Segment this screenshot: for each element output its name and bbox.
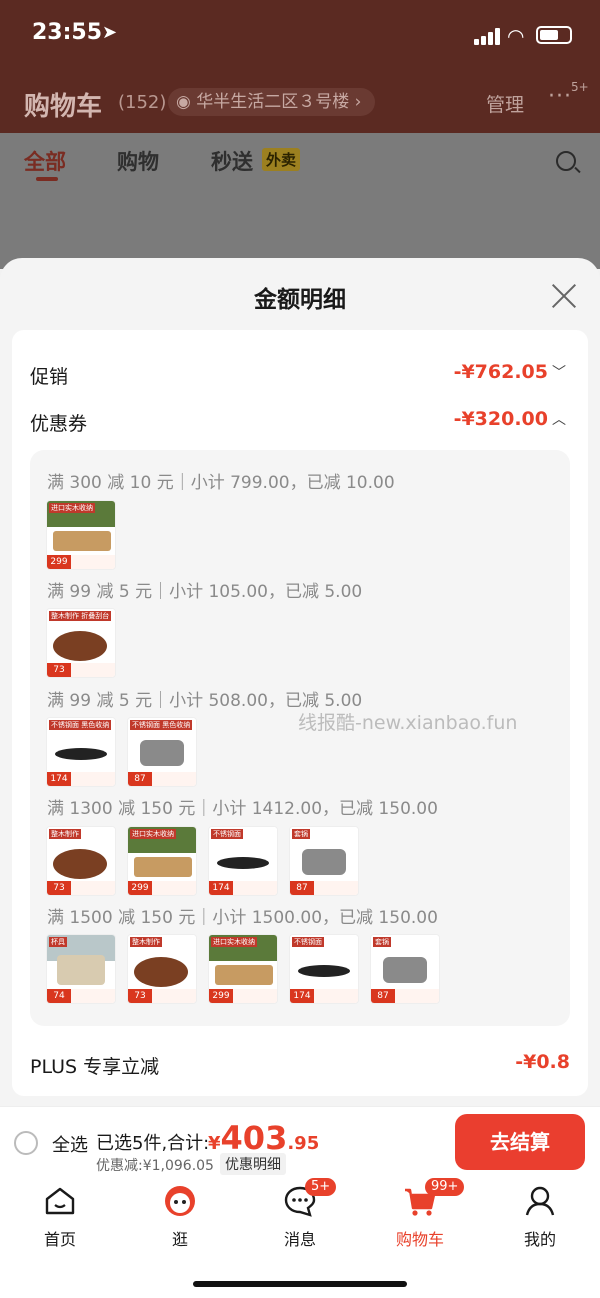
bottom-nav: 首页 逛 5+ 消息 99+ 购物车 我的 xyxy=(0,1176,600,1298)
checkout-bar: 全选 已选5件,合计: ¥403.95 优惠减:¥1,096.05 优惠明细 去… xyxy=(0,1106,600,1176)
nav-cart[interactable]: 99+ 购物车 xyxy=(380,1178,465,1250)
coupon-row[interactable]: 优惠券 -¥320.00 ︿ xyxy=(30,405,570,437)
tab-instant[interactable]: 秒送 xyxy=(211,146,253,176)
message-badge: 5+ xyxy=(305,1178,337,1196)
address-selector[interactable]: ◉ 华半生活二区３号楼 › xyxy=(168,88,376,116)
status-bar: 23:55 ➤ ◠ xyxy=(0,0,600,72)
cart-badge: 99+ xyxy=(425,1178,465,1196)
select-all-checkbox[interactable] xyxy=(14,1131,38,1155)
amount-detail-sheet: 金额明细 促销 -¥762.05 ﹀ 优惠券 -¥320.00 ︿ 满 300 … xyxy=(0,258,600,1108)
close-icon[interactable] xyxy=(550,282,578,310)
nav-label: 购物车 xyxy=(395,1230,444,1249)
product-thumbnail[interactable]: 套锅 87 xyxy=(289,826,359,896)
selected-count: 已选5件,合计: xyxy=(96,1133,210,1154)
product-thumbnail[interactable]: 不锈钢面 174 xyxy=(289,934,359,1004)
coupon-group-title: 满 99 减 5 元｜小计 105.00，已减 5.00 xyxy=(47,582,363,602)
nav-browse[interactable]: 逛 xyxy=(140,1184,220,1250)
coupon-value: -¥320.00 xyxy=(453,408,548,430)
discount-detail-button[interactable]: 优惠明细 xyxy=(220,1153,286,1175)
location-arrow-icon: ➤ xyxy=(102,22,118,43)
checkout-button[interactable]: 去结算 xyxy=(455,1114,585,1170)
wifi-icon: ◠ xyxy=(507,24,525,48)
battery-icon xyxy=(536,26,572,44)
promotion-row[interactable]: 促销 -¥762.05 ﹀ xyxy=(30,358,570,390)
promotion-label: 促销 xyxy=(30,366,69,388)
clipped-row xyxy=(30,330,570,340)
mascot-icon xyxy=(163,1184,197,1218)
coupon-detail-box: 满 300 减 10 元｜小计 799.00，已减 10.00 进口实木收纳 2… xyxy=(30,450,570,1026)
product-thumbnail[interactable]: 整木制作 折叠刮台 73 xyxy=(46,608,116,678)
nav-home[interactable]: 首页 xyxy=(20,1184,100,1250)
product-thumbnail[interactable]: 不锈钢面 黑色收纳 174 xyxy=(46,717,116,787)
product-thumbnail[interactable]: 不锈钢面 黑色收纳 87 xyxy=(127,717,197,787)
chevron-up-icon: ︿ xyxy=(552,412,566,428)
chevron-right-icon: › xyxy=(349,92,362,112)
coupon-label: 优惠券 xyxy=(30,413,88,435)
nav-profile[interactable]: 我的 xyxy=(500,1184,580,1250)
tab-shopping[interactable]: 购物 xyxy=(117,146,159,176)
product-thumbnail[interactable]: 进口实木收纳 299 xyxy=(127,826,197,896)
search-icon[interactable] xyxy=(556,151,576,171)
home-indicator xyxy=(193,1281,407,1287)
product-thumbnail[interactable]: 杯具 74 xyxy=(46,934,116,1004)
plus-discount-value: -¥0.8 xyxy=(515,1051,570,1073)
takeout-tag: 外卖 xyxy=(262,148,301,171)
plus-discount-row: PLUS 专享立减 -¥0.8 xyxy=(30,1048,570,1080)
chevron-down-icon: ﹀ xyxy=(552,365,566,381)
promotion-value: -¥762.05 xyxy=(453,361,548,383)
nav-label: 消息 xyxy=(283,1230,316,1249)
status-time: 23:55 xyxy=(32,20,103,45)
plus-discount-label: PLUS 专享立减 xyxy=(30,1056,160,1078)
cart-icon: 99+ xyxy=(403,1178,465,1218)
more-icon[interactable]: ··· xyxy=(548,84,572,109)
eye-icon: ◉ xyxy=(176,92,197,112)
manage-button[interactable]: 管理 xyxy=(486,90,524,117)
more-badge: 5+ xyxy=(571,80,589,94)
product-thumbnail[interactable]: 整木制作 73 xyxy=(46,826,116,896)
nav-messages[interactable]: 5+ 消息 xyxy=(260,1178,340,1250)
cart-count: (152) xyxy=(118,92,167,113)
coupon-group-title: 满 300 减 10 元｜小计 799.00，已减 10.00 xyxy=(47,473,395,493)
nav-label: 我的 xyxy=(523,1230,556,1249)
dim-overlay xyxy=(0,189,600,269)
coupon-group-title: 满 1300 减 150 元｜小计 1412.00，已减 150.00 xyxy=(47,799,438,819)
tab-all[interactable]: 全部 xyxy=(24,146,66,176)
nav-label: 首页 xyxy=(43,1230,76,1249)
page-title: 购物车 xyxy=(24,92,103,122)
address-label: 华半生活二区３号楼 xyxy=(196,92,350,112)
coupon-group-title: 满 1500 减 150 元｜小计 1500.00，已减 150.00 xyxy=(47,908,438,928)
profile-icon xyxy=(523,1184,557,1218)
cart-title-row: 购物车 (152) ◉ 华半生活二区３号楼 › 管理 ··· 5+ xyxy=(0,80,600,124)
product-thumbnail[interactable]: 套锅 87 xyxy=(370,934,440,1004)
signal-icon xyxy=(474,27,502,45)
product-thumbnail[interactable]: 进口实木收纳 299 xyxy=(46,500,116,570)
discount-amount: 优惠减:¥1,096.05 xyxy=(96,1158,214,1174)
home-icon xyxy=(43,1184,77,1218)
nav-label: 逛 xyxy=(171,1230,188,1249)
product-thumbnail[interactable]: 进口实木收纳 299 xyxy=(208,934,278,1004)
select-all-label[interactable]: 全选 xyxy=(52,1131,88,1157)
tab-underline xyxy=(36,177,58,181)
total-amount: ¥403.95 xyxy=(208,1119,320,1157)
sheet-title: 金额明细 xyxy=(254,287,346,313)
cart-tabs: 全部 购物 秒送 外卖 xyxy=(0,133,600,189)
product-thumbnail[interactable]: 不锈钢面 174 xyxy=(208,826,278,896)
product-thumbnail[interactable]: 整木制作 73 xyxy=(127,934,197,1004)
message-icon: 5+ xyxy=(283,1178,337,1218)
watermark: 线报酷-new.xianbao.fun xyxy=(298,712,518,734)
